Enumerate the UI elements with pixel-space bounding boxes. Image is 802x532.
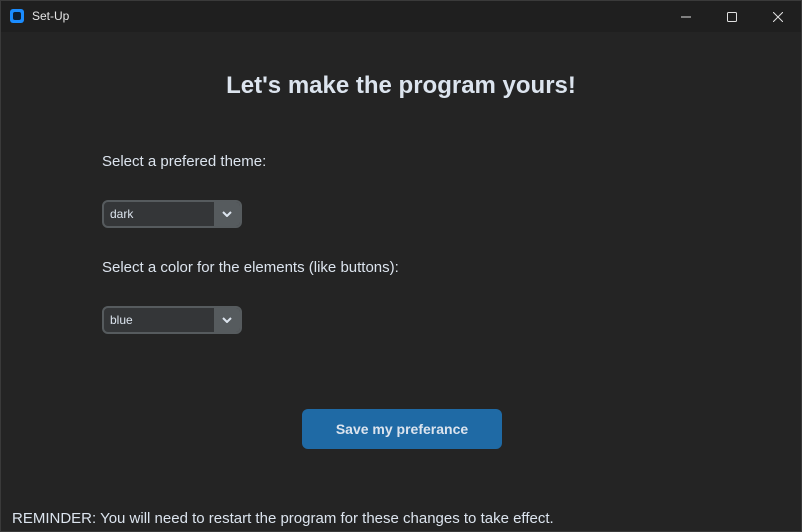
close-button[interactable]	[755, 1, 801, 32]
theme-dropdown[interactable]: dark	[102, 200, 242, 228]
page-title: Let's make the program yours!	[226, 72, 576, 99]
chevron-down-icon	[222, 211, 232, 217]
chevron-down-icon	[222, 317, 232, 323]
maximize-button[interactable]	[709, 1, 755, 32]
color-dropdown[interactable]: blue	[102, 306, 242, 334]
theme-dropdown-arrow[interactable]	[214, 202, 240, 226]
color-label: Select a color for the elements (like bu…	[102, 259, 399, 276]
setup-window: Set-Up Let's make the program yours! Sel…	[0, 0, 802, 532]
color-dropdown-arrow[interactable]	[214, 308, 240, 332]
app-icon	[10, 9, 24, 23]
window-title: Set-Up	[32, 9, 70, 23]
theme-label: Select a prefered theme:	[102, 153, 267, 170]
save-preference-button[interactable]: Save my preferance	[302, 409, 502, 449]
minimize-icon	[681, 16, 691, 17]
reminder-text: REMINDER: You will need to restart the p…	[12, 510, 554, 527]
color-dropdown-value[interactable]: blue	[104, 308, 214, 332]
maximize-icon	[727, 11, 737, 22]
close-icon	[773, 11, 783, 22]
minimize-button[interactable]	[663, 1, 709, 32]
title-bar[interactable]: Set-Up	[1, 1, 801, 32]
theme-dropdown-value[interactable]: dark	[104, 202, 214, 226]
